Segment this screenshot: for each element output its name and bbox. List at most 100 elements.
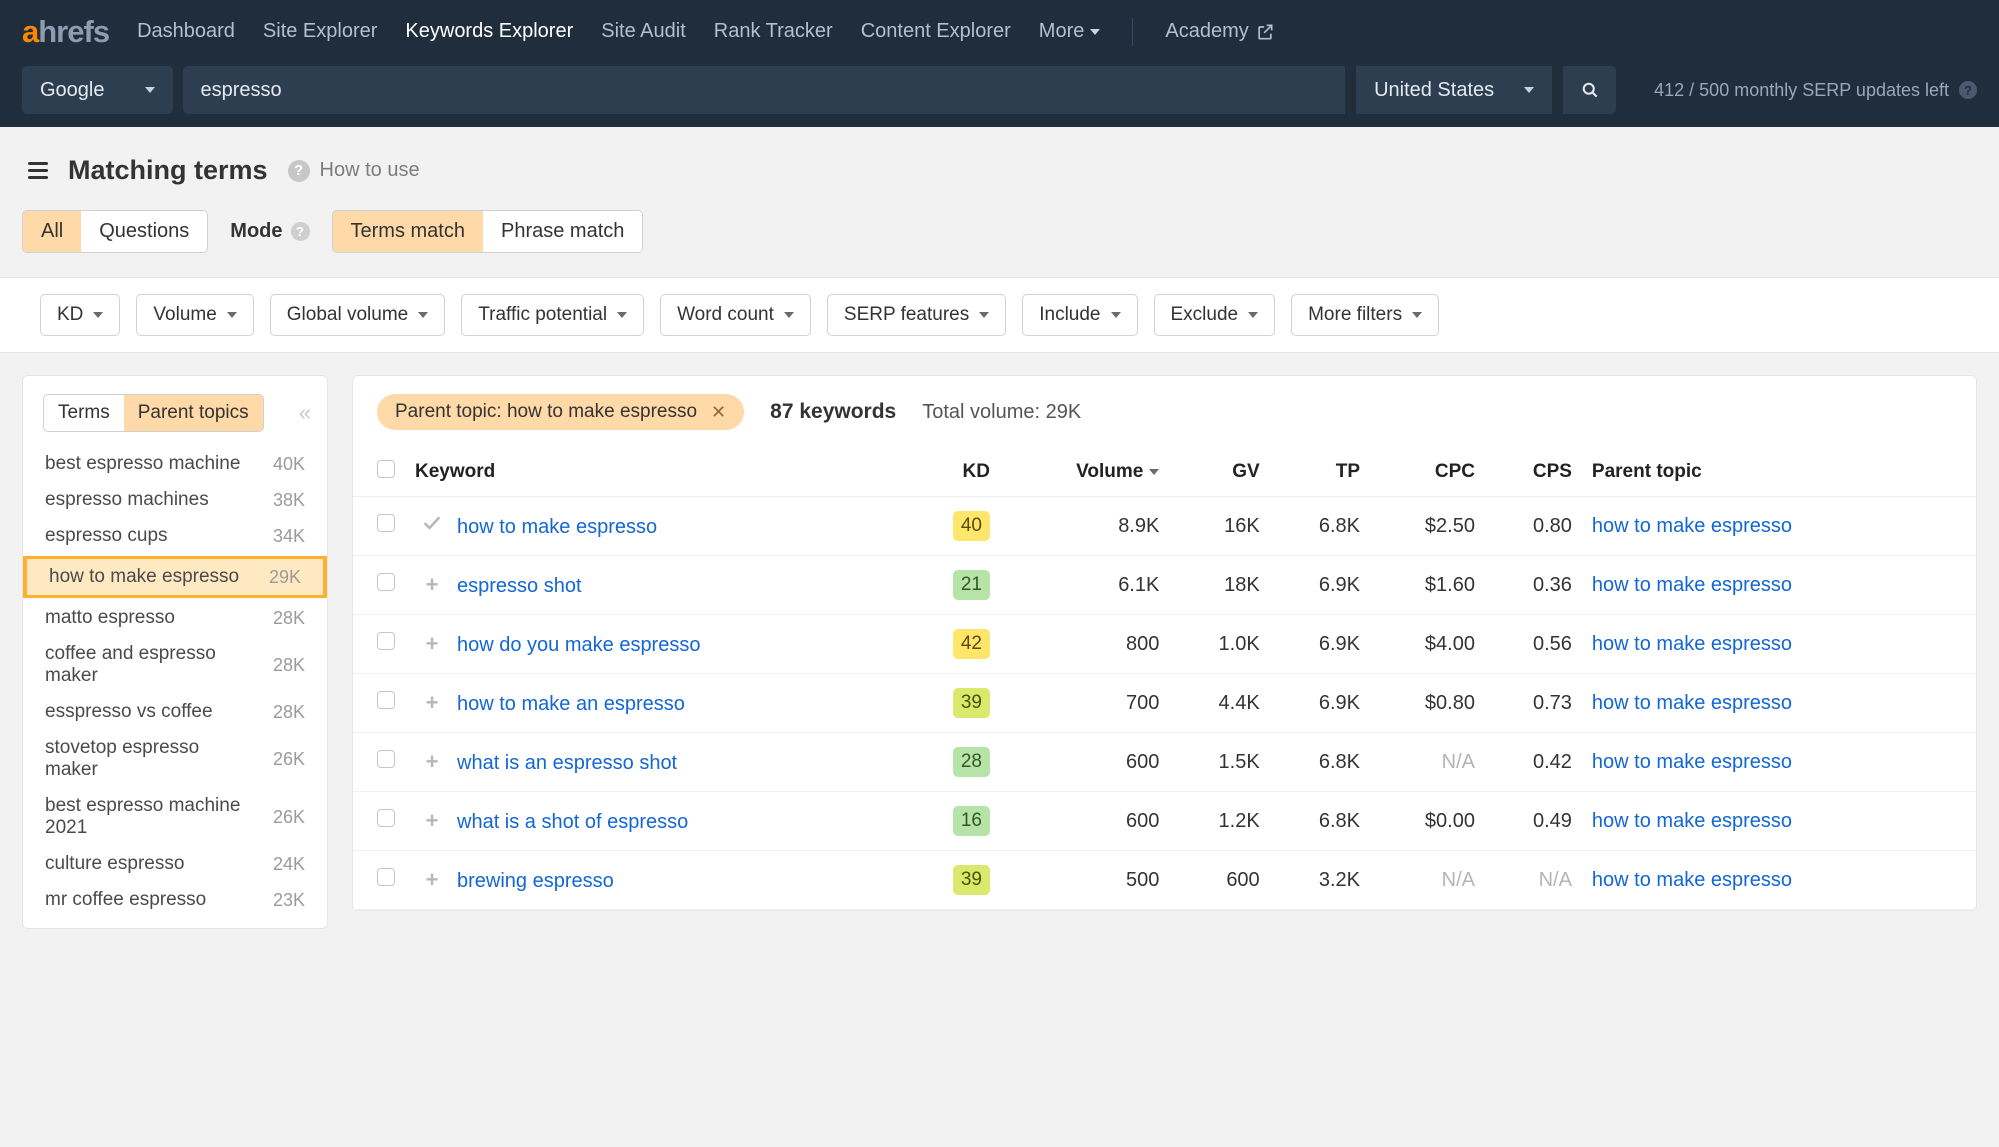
chip-remove-button[interactable]: ✕ [711,402,726,423]
add-icon[interactable]: + [421,867,443,893]
nav-rank-tracker[interactable]: Rank Tracker [714,20,833,43]
col-cps[interactable]: CPS [1485,448,1582,497]
chevron-down-icon [784,312,794,318]
row-checkbox[interactable] [377,750,395,768]
sidebar-item-count: 28K [273,608,305,629]
cell-tp: 6.8K [1270,792,1370,851]
country-select[interactable]: United States [1355,66,1552,114]
top-nav: ahrefs Dashboard Site Explorer Keywords … [0,0,1999,63]
tab-phrase-match[interactable]: Phrase match [483,211,642,252]
keyword-link[interactable]: espresso shot [457,575,582,597]
nav-keywords-explorer[interactable]: Keywords Explorer [405,20,573,43]
tab-questions[interactable]: Questions [81,211,207,252]
select-all-checkbox[interactable] [377,460,395,478]
tabs-row: All Questions Mode ? Terms match Phrase … [0,210,1999,277]
nav-academy-label: Academy [1165,20,1248,43]
filter-serp-features[interactable]: SERP features [827,294,1006,336]
parent-topic-link[interactable]: how to make espresso [1592,574,1792,596]
results-panel: Parent topic: how to make espresso ✕ 87 … [352,375,1977,911]
parent-topic-link[interactable]: how to make espresso [1592,810,1792,832]
sidebar-item[interactable]: best espresso machine40K [23,446,327,482]
filter-more[interactable]: More filters [1291,294,1439,336]
parent-topic-link[interactable]: how to make espresso [1592,692,1792,714]
filter-global-volume[interactable]: Global volume [270,294,445,336]
search-row: Google United States 412 / 500 monthly S… [0,63,1999,127]
filter-exclude[interactable]: Exclude [1154,294,1276,336]
add-icon[interactable]: + [421,631,443,657]
table-row: +brewing espresso395006003.2KN/AN/Ahow t… [353,851,1976,910]
row-checkbox[interactable] [377,573,395,591]
keyword-link[interactable]: how do you make espresso [457,634,700,656]
row-checkbox[interactable] [377,868,395,886]
col-tp[interactable]: TP [1270,448,1370,497]
sidebar-item-label: matto espresso [45,607,175,629]
results-header: Parent topic: how to make espresso ✕ 87 … [353,394,1976,448]
parent-topic-link[interactable]: how to make espresso [1592,515,1792,537]
nav-site-audit[interactable]: Site Audit [601,20,686,43]
filter-volume[interactable]: Volume [136,294,253,336]
parent-topic-link[interactable]: how to make espresso [1592,869,1792,891]
sidebar-tab-parent-topics[interactable]: Parent topics [124,395,263,431]
sidebar-item[interactable]: espresso cups34K [23,518,327,554]
filter-include[interactable]: Include [1022,294,1137,336]
sidebar-item[interactable]: matto espresso 28K [23,600,327,636]
tab-all[interactable]: All [23,211,81,252]
add-icon[interactable]: + [421,572,443,598]
nav-site-explorer[interactable]: Site Explorer [263,20,378,43]
row-checkbox[interactable] [377,514,395,532]
keyword-search-input[interactable] [183,66,1346,114]
sidebar-item[interactable]: best espresso machine 202126K [23,788,327,846]
tab-terms-match[interactable]: Terms match [333,211,483,252]
filter-traffic-potential[interactable]: Traffic potential [461,294,644,336]
filter-kd[interactable]: KD [40,294,120,336]
col-cpc[interactable]: CPC [1370,448,1485,497]
sidebar-item[interactable]: espresso machines38K [23,482,327,518]
checkmark-icon[interactable] [421,513,443,539]
sidebar-item[interactable]: culture espresso24K [23,846,327,882]
logo[interactable]: ahrefs [22,14,109,50]
sidebar-toggle-button[interactable] [28,162,48,179]
sidebar-tab-terms[interactable]: Terms [44,395,124,431]
keyword-link[interactable]: how to make an espresso [457,693,685,715]
filters-bar: KD Volume Global volume Traffic potentia… [0,277,1999,353]
nav-more[interactable]: More [1039,20,1101,43]
keyword-link[interactable]: brewing espresso [457,870,614,892]
filter-word-count[interactable]: Word count [660,294,811,336]
cell-gv: 600 [1169,851,1269,910]
nav-content-explorer[interactable]: Content Explorer [861,20,1011,43]
add-icon[interactable]: + [421,690,443,716]
cell-gv: 1.2K [1169,792,1269,851]
collapse-button[interactable]: « [299,400,307,426]
add-icon[interactable]: + [421,749,443,775]
nav-academy[interactable]: Academy [1165,20,1274,43]
parent-topic-link[interactable]: how to make espresso [1592,633,1792,655]
add-icon[interactable]: + [421,808,443,834]
keyword-link[interactable]: what is an espresso shot [457,752,677,774]
page-title: Matching terms [68,155,268,186]
col-volume[interactable]: Volume [1000,448,1169,497]
col-kd[interactable]: KD [906,448,1000,497]
sidebar-item[interactable]: mr coffee espresso23K [23,882,327,918]
row-checkbox[interactable] [377,632,395,650]
sidebar-item[interactable]: how to make espresso29K [23,556,327,598]
search-engine-select[interactable]: Google [22,66,173,114]
filter-segment-all-questions: All Questions [22,210,208,253]
keyword-link[interactable]: what is a shot of espresso [457,811,688,833]
serp-credits-text: 412 / 500 monthly SERP updates left [1654,80,1949,101]
col-keyword[interactable]: Keyword [405,448,906,497]
search-button[interactable] [1562,66,1616,114]
sidebar-item[interactable]: esspresso vs coffee28K [23,694,327,730]
col-parent[interactable]: Parent topic [1582,448,1976,497]
parent-topic-link[interactable]: how to make espresso [1592,751,1792,773]
row-checkbox[interactable] [377,691,395,709]
cell-cpc: $2.50 [1370,497,1485,556]
sidebar-item[interactable]: coffee and espresso maker28K [23,636,327,694]
keyword-link[interactable]: how to make espresso [457,516,657,538]
question-icon[interactable]: ? [291,222,310,241]
sidebar-item[interactable]: stovetop espresso maker26K [23,730,327,788]
col-gv[interactable]: GV [1169,448,1269,497]
nav-dashboard[interactable]: Dashboard [137,20,235,43]
how-to-use-link[interactable]: ? How to use [288,159,420,182]
row-checkbox[interactable] [377,809,395,827]
help-icon[interactable]: ? [1959,81,1977,99]
